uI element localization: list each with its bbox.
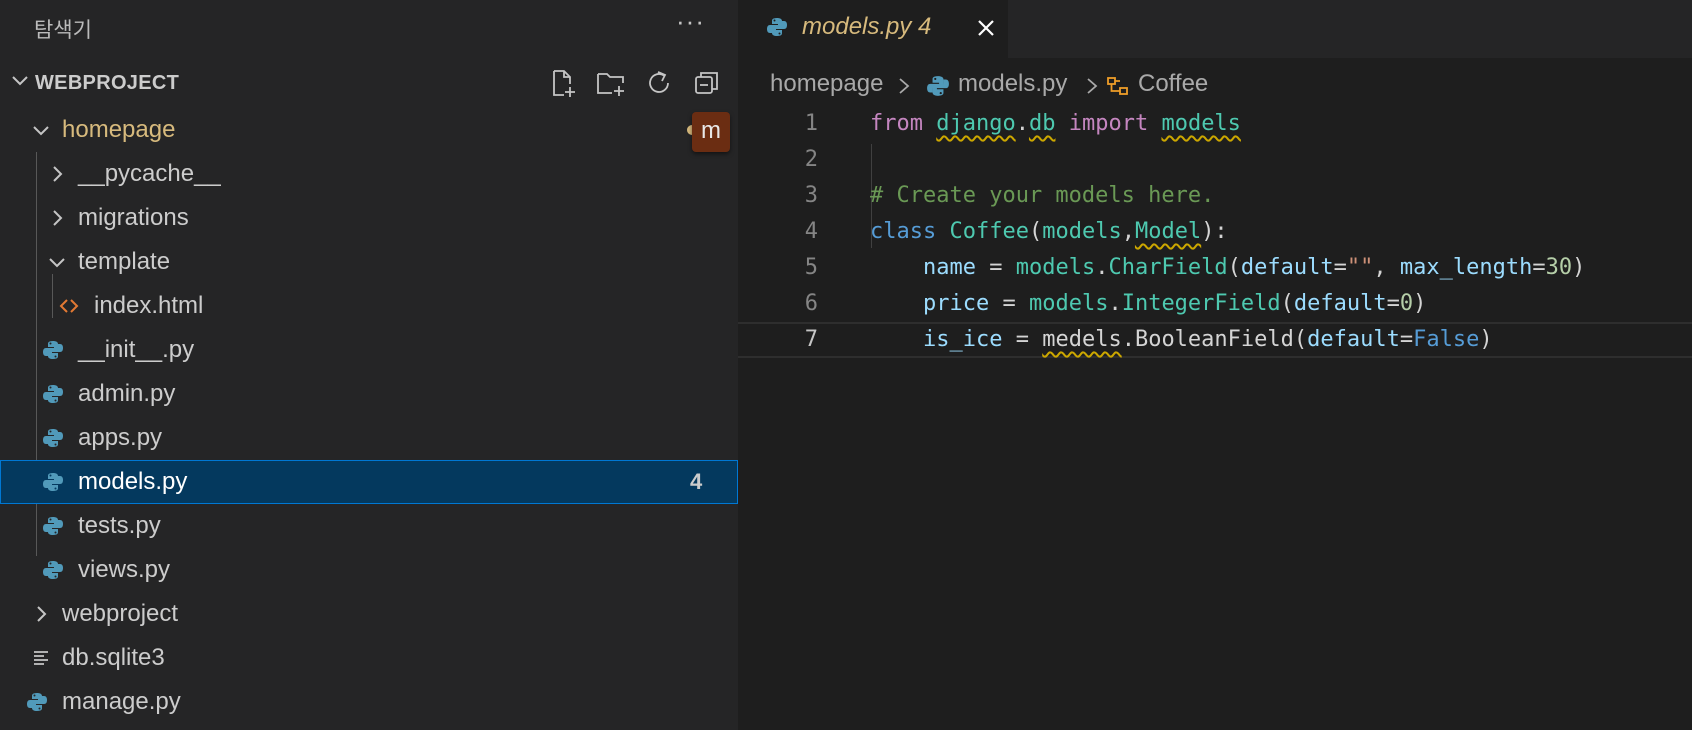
chevron-right-icon [53, 210, 63, 226]
tree-item-label: homepage [62, 116, 176, 143]
new-folder-icon[interactable] [596, 68, 630, 102]
tree-item-label: index.html [94, 292, 204, 319]
code-text: name = models.CharField(default="", max_… [922, 255, 1586, 280]
line-number: 1 [804, 111, 818, 136]
chevron-down-icon [49, 258, 65, 268]
chevron-right-icon [53, 166, 63, 182]
tree-file-init-py[interactable]: __init__.py [0, 328, 738, 372]
chevron-down-icon [33, 126, 49, 136]
code-line-current: 7 is_ice = medels.BooleanField(default=F… [738, 322, 1692, 358]
code-text: # Create your models here. [870, 183, 1215, 208]
tree-file-models-py[interactable]: models.py 4 [0, 460, 738, 504]
tree-item-label: manage.py [62, 688, 181, 715]
tree-file-views-py[interactable]: views.py [0, 548, 738, 592]
tree-item-label: models.py [78, 468, 188, 495]
code-text: is_ice = medels.BooleanField(default=Fal… [922, 327, 1493, 352]
tooltip-badge: m [692, 112, 730, 152]
code-line: 6 price = models.IntegerField(default=0) [738, 286, 1692, 322]
line-number: 4 [804, 219, 818, 244]
code-text: price = models.IntegerField(default=0) [922, 291, 1427, 316]
line-number: 3 [804, 183, 818, 208]
line-number: 7 [804, 327, 818, 352]
python-file-icon [43, 385, 63, 403]
tree-folder-template[interactable]: template [0, 240, 738, 284]
tree-item-label: __pycache__ [78, 160, 221, 187]
line-number: 6 [804, 291, 818, 316]
more-actions-icon[interactable]: ··· [676, 6, 705, 37]
code-line: 5 name = models.CharField(default="", ma… [738, 250, 1692, 286]
line-number: 5 [804, 255, 818, 280]
code-text: class Coffee(models,Model): [870, 219, 1228, 244]
refresh-icon[interactable] [644, 68, 678, 102]
tree-file-manage-py[interactable]: manage.py [0, 680, 738, 724]
tree-item-label: views.py [78, 556, 171, 583]
python-file-icon [43, 429, 63, 447]
tab-bar: models.py 4 [738, 0, 1692, 58]
python-file-icon [43, 517, 63, 535]
python-file-icon [27, 693, 47, 711]
tree-folder-pycache[interactable]: __pycache__ [0, 152, 738, 196]
text-file-icon [34, 651, 48, 665]
html-file-icon [59, 299, 79, 313]
tree-file-apps-py[interactable]: apps.py [0, 416, 738, 460]
python-file-icon [43, 561, 63, 579]
workspace-name: WEBPROJECT [35, 72, 180, 94]
tab-label: models.py 4 [802, 13, 932, 40]
tree-item-label: __init__.py [78, 336, 195, 363]
chevron-right-icon [899, 78, 910, 94]
tree-folder-webproject[interactable]: webproject [0, 592, 738, 636]
code-line: 1 from django.db import models [738, 106, 1692, 142]
chevron-down-icon [12, 76, 28, 86]
breadcrumb-symbol[interactable]: Coffee [1138, 70, 1208, 98]
editor-area: models.py 4 homepage models.py Coffee 1 … [738, 0, 1692, 730]
tab-models-py[interactable]: models.py 4 [738, 0, 1008, 58]
code-text: from django.db import models [870, 111, 1241, 136]
tree-folder-homepage[interactable]: homepage m [0, 108, 738, 152]
workspace-section-header[interactable]: WEBPROJECT [0, 64, 738, 104]
python-file-icon [767, 18, 787, 36]
explorer-sidebar: 탐색기 ··· WEBPROJECT homepage m __pycache_… [0, 0, 738, 730]
tree-file-index-html[interactable]: index.html [0, 284, 738, 328]
chevron-right-icon [1087, 78, 1098, 94]
breadcrumb-file[interactable]: models.py [958, 70, 1067, 98]
python-file-icon [927, 76, 949, 96]
code-line: 3 # Create your models here. [738, 178, 1692, 214]
line-number: 2 [804, 147, 818, 172]
tree-item-label: tests.py [78, 512, 161, 539]
tree-folder-migrations[interactable]: migrations [0, 196, 738, 240]
new-file-icon[interactable] [548, 68, 582, 102]
tree-file-admin-py[interactable]: admin.py [0, 372, 738, 416]
tree-item-label: apps.py [78, 424, 163, 451]
chevron-right-icon [37, 606, 47, 622]
python-file-icon [43, 473, 63, 491]
code-line: 4 class Coffee(models,Model): [738, 214, 1692, 250]
breadcrumb-folder[interactable]: homepage [770, 70, 883, 98]
code-line: 2 [738, 142, 1692, 178]
tree-item-label: template [78, 248, 171, 275]
tree-item-label: webproject [62, 600, 179, 627]
problem-count-badge: 4 [690, 469, 703, 494]
tree-file-tests-py[interactable]: tests.py [0, 504, 738, 548]
collapse-all-icon[interactable] [692, 68, 726, 102]
python-file-icon [43, 341, 63, 359]
close-icon[interactable] [974, 16, 998, 40]
tree-item-label: db.sqlite3 [62, 644, 165, 671]
tree-item-label: migrations [78, 204, 189, 231]
class-symbol-icon [1107, 77, 1128, 95]
tree-item-label: admin.py [78, 380, 176, 407]
tree-file-db-sqlite3[interactable]: db.sqlite3 [0, 636, 738, 680]
explorer-title: 탐색기 [34, 19, 92, 42]
